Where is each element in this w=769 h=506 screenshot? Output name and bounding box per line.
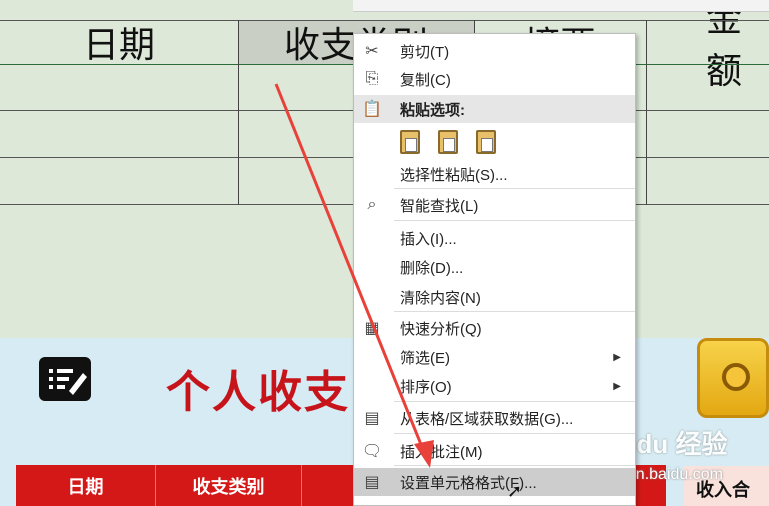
header-cell-date[interactable]: 日期 xyxy=(0,20,238,65)
context-menu: ✂ 剪切(T) ⎘ 复制(C) 📋 粘贴选项: 选择性粘贴(S)... ⌕ 智能… xyxy=(353,33,636,506)
menu-item-insert[interactable]: 插入(I)... xyxy=(354,225,635,251)
menu-item-smart-lookup[interactable]: ⌕ 智能查找(L) xyxy=(354,192,635,218)
menu-separator xyxy=(394,220,635,221)
header-cell-amount[interactable]: 金额 xyxy=(646,0,769,91)
menu-item-label: 从表格/区域获取数据(G)... xyxy=(400,410,574,428)
table-icon: ▤ xyxy=(364,410,380,427)
submenu-arrow-icon: ▶ xyxy=(613,351,621,363)
menu-separator xyxy=(394,311,635,312)
menu-item-clear-contents[interactable]: 清除内容(N) xyxy=(354,284,635,310)
copy-icon: ⎘ xyxy=(365,70,379,87)
menu-item-label: 智能查找(L) xyxy=(400,197,479,215)
table-header-date: 日期 xyxy=(16,465,156,506)
grid-line xyxy=(0,20,769,21)
submenu-arrow-icon: ▶ xyxy=(613,380,621,392)
menu-item-insert-comment[interactable]: 🗨 插入批注(M) xyxy=(354,438,635,464)
menu-item-label: 排序(O) xyxy=(400,378,452,396)
safe-icon xyxy=(697,338,769,418)
paste-options-row xyxy=(394,126,502,162)
menu-item-label: 删除(D)... xyxy=(400,259,464,277)
menu-item-cut[interactable]: ✂ 剪切(T) xyxy=(354,38,635,64)
menu-item-filter[interactable]: 筛选(E) ▶ xyxy=(354,344,635,370)
table-header-category: 收支类别 xyxy=(156,465,302,506)
paste-formatting-button[interactable] xyxy=(432,126,464,158)
menu-item-label: 清除内容(N) xyxy=(400,289,481,307)
menu-separator xyxy=(394,433,635,434)
menu-separator xyxy=(394,188,635,189)
menu-item-label: 剪切(T) xyxy=(400,43,450,61)
comment-icon: 🗨 xyxy=(361,443,383,460)
menu-item-format-cells[interactable]: ▤ 设置单元格格式(F)... xyxy=(354,468,635,496)
screen: 日期 收支类别 摘要 金额 个人收支 日期 收支类别 收入合 Baidu 经验 … xyxy=(0,0,769,506)
menu-item-label: 选择性粘贴(S)... xyxy=(400,166,508,184)
smart-lookup-icon: ⌕ xyxy=(367,196,377,213)
paste-picture-button[interactable] xyxy=(470,126,502,158)
menu-item-sort[interactable]: 排序(O) ▶ xyxy=(354,373,635,399)
quick-analysis-icon: ▦ xyxy=(364,320,380,337)
menu-item-copy[interactable]: ⎘ 复制(C) xyxy=(354,66,635,92)
menu-item-get-data[interactable]: ▤ 从表格/区域获取数据(G)... xyxy=(354,405,635,431)
menu-item-quick-analysis[interactable]: ▦ 快速分析(Q) xyxy=(354,315,635,341)
paste-keep-source-button[interactable] xyxy=(394,126,426,158)
menu-item-label: 快速分析(Q) xyxy=(400,320,482,338)
grid-line xyxy=(238,20,239,205)
mouse-cursor-icon: ➚ xyxy=(507,481,523,501)
page-title: 个人收支 xyxy=(166,368,350,417)
format-cells-icon: ▤ xyxy=(364,474,380,491)
menu-item-label: 插入(I)... xyxy=(400,230,457,248)
scissors-icon: ✂ xyxy=(365,43,379,60)
paste-icon: 📋 xyxy=(362,101,382,118)
menu-item-paste-special[interactable]: 选择性粘贴(S)... xyxy=(354,161,635,187)
grid-line xyxy=(646,20,647,205)
menu-separator xyxy=(394,465,635,466)
menu-item-paste-options: 📋 粘贴选项: xyxy=(354,95,635,123)
ribbon-strip xyxy=(353,0,769,12)
note-edit-icon xyxy=(39,357,91,401)
menu-item-label: 粘贴选项: xyxy=(400,101,465,119)
menu-item-label: 复制(C) xyxy=(400,71,451,89)
menu-item-label: 插入批注(M) xyxy=(400,443,483,461)
menu-separator xyxy=(394,401,635,402)
menu-item-label: 筛选(E) xyxy=(400,349,450,367)
menu-item-delete[interactable]: 删除(D)... xyxy=(354,254,635,280)
